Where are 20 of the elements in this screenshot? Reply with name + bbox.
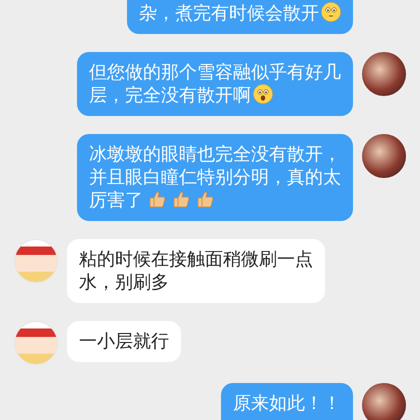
message-text: 层，完全没有散开啊 xyxy=(89,85,251,105)
message-text: 冰墩墩的眼睛也完全没有散开， xyxy=(89,144,341,164)
avatar[interactable] xyxy=(14,321,58,365)
avatar[interactable] xyxy=(14,239,58,283)
message-text: 杂，煮完有时候会散开 xyxy=(139,3,319,23)
thumbs-up-icon xyxy=(147,189,167,209)
thumbs-up-icon xyxy=(195,189,215,209)
message-text: 原来如此！！ xyxy=(233,393,341,413)
message-text: 一小层就行 xyxy=(79,331,169,351)
message-text: 粘的时候在接触面稍微刷一点 xyxy=(79,249,313,269)
avatar[interactable] xyxy=(362,134,406,178)
message-text: 水，别刷多 xyxy=(79,272,169,292)
face-icon xyxy=(321,2,341,22)
message-text: 但您做的那个雪容融似乎有好几 xyxy=(89,62,341,82)
message-text: 厉害了 xyxy=(89,190,143,210)
thumbs-up-icon xyxy=(171,189,191,209)
avatar[interactable] xyxy=(362,52,406,96)
shocked-face-icon xyxy=(253,84,273,104)
message-text: 并且眼白瞳仁特别分明，真的太 xyxy=(89,167,341,187)
avatar[interactable] xyxy=(362,383,406,420)
